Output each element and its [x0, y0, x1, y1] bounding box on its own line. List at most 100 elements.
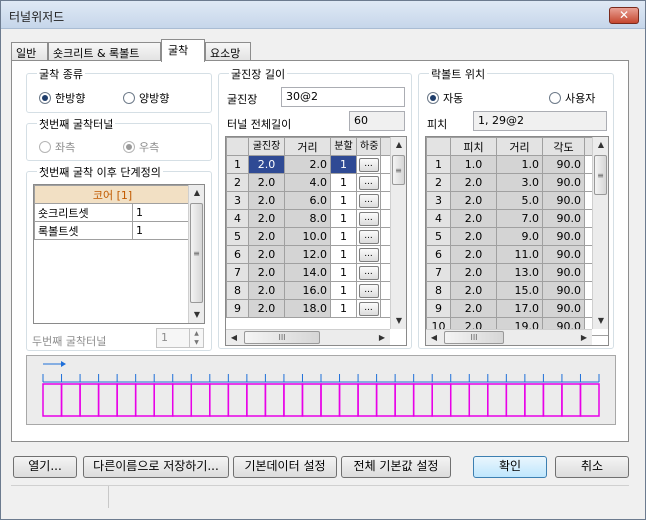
division-cell[interactable]: 1: [330, 299, 357, 318]
scroll-left-icon[interactable]: ◀: [426, 330, 442, 345]
row-number[interactable]: 4: [426, 209, 451, 228]
ellipsis-button[interactable]: ...: [358, 211, 379, 226]
ellipsis-button[interactable]: ...: [358, 265, 379, 280]
save-as-button[interactable]: 다른이름으로 저장하기...: [83, 456, 229, 478]
close-button[interactable]: ✕: [609, 7, 639, 24]
table-row[interactable]: 3 2.0 5.0 90.0: [426, 191, 608, 210]
division-cell[interactable]: 1: [330, 227, 357, 246]
scroll-thumb[interactable]: ≡: [392, 155, 405, 185]
table-row[interactable]: 숏크리트셋 1: [34, 203, 192, 222]
radio-user[interactable]: 사용자: [549, 90, 595, 106]
rockbolt-grid-hscroll[interactable]: ◀ III ▶: [426, 329, 592, 345]
ellipsis-button[interactable]: ...: [358, 247, 379, 262]
stage-row-value[interactable]: 1: [131, 221, 192, 240]
scroll-down-icon[interactable]: ▼: [391, 313, 406, 329]
table-row[interactable]: 8 2.0 15.0 90.0: [426, 281, 608, 300]
scroll-thumb[interactable]: III: [444, 331, 504, 344]
scroll-thumb[interactable]: ≡: [594, 155, 607, 195]
division-cell[interactable]: 1: [330, 245, 357, 264]
scroll-thumb[interactable]: III: [244, 331, 320, 344]
table-row[interactable]: 5 2.0 9.0 90.0: [426, 227, 608, 246]
col-header-distance[interactable]: 거리: [496, 137, 543, 156]
tab-excavation[interactable]: 굴착: [161, 39, 205, 62]
advance-grid[interactable]: 굴진장 거리 분할 하중 1 2.0 2.0 1... 2 2.0 4.0 1... 3 2.0 6…: [225, 136, 407, 346]
table-row[interactable]: 록볼트셋 1: [34, 221, 192, 240]
table-row[interactable]: 4 2.0 8.0 1...: [226, 209, 406, 228]
table-row[interactable]: 3 2.0 6.0 1...: [226, 191, 406, 210]
advance-cell[interactable]: 2.0: [248, 263, 285, 282]
table-row[interactable]: 7 2.0 13.0 90.0: [426, 263, 608, 282]
row-number[interactable]: 3: [226, 191, 249, 210]
all-defaults-button[interactable]: 전체 기본값 설정: [341, 456, 451, 478]
ellipsis-button[interactable]: ...: [358, 229, 379, 244]
row-number[interactable]: 2: [226, 173, 249, 192]
division-cell[interactable]: 1: [330, 191, 357, 210]
advance-grid-vscroll[interactable]: ▲ ≡ ▼: [390, 137, 406, 329]
table-row[interactable]: 8 2.0 16.0 1...: [226, 281, 406, 300]
row-number[interactable]: 9: [426, 299, 451, 318]
radio-auto[interactable]: 자동: [427, 90, 463, 106]
ellipsis-button[interactable]: ...: [358, 193, 379, 208]
col-header-angle[interactable]: 각도: [542, 137, 585, 156]
division-cell[interactable]: 1: [330, 173, 357, 192]
table-row[interactable]: 1 1.0 1.0 90.0: [426, 155, 608, 174]
table-row[interactable]: 2 2.0 4.0 1...: [226, 173, 406, 192]
row-number[interactable]: 7: [426, 263, 451, 282]
advance-length-input[interactable]: 30@2: [281, 87, 405, 107]
division-cell[interactable]: 1: [330, 281, 357, 300]
advance-cell[interactable]: 2.0: [248, 245, 285, 264]
table-row[interactable]: 6 2.0 12.0 1...: [226, 245, 406, 264]
table-row[interactable]: 1 2.0 2.0 1...: [226, 155, 406, 174]
load-cell[interactable]: ...: [356, 191, 381, 210]
title-bar[interactable]: 터널위저드 ✕: [1, 1, 645, 29]
radio-left[interactable]: 좌측: [39, 139, 75, 155]
row-number[interactable]: 1: [226, 155, 249, 174]
row-number[interactable]: 8: [226, 281, 249, 300]
tab-shotcrete-rockbolt[interactable]: 숏크리트 & 록볼트: [48, 42, 161, 61]
tab-mesh[interactable]: 요소망: [205, 42, 251, 61]
row-number[interactable]: 5: [226, 227, 249, 246]
scroll-down-icon[interactable]: ▼: [189, 307, 204, 323]
stage-row-value[interactable]: 1: [131, 203, 192, 222]
advance-cell[interactable]: 2.0: [248, 227, 285, 246]
cancel-button[interactable]: 취소: [555, 456, 629, 478]
load-cell[interactable]: ...: [356, 299, 381, 318]
row-number[interactable]: 1: [426, 155, 451, 174]
stage-grid-vscroll[interactable]: ▲ ≡ ▼: [188, 185, 204, 323]
advance-cell[interactable]: 2.0: [248, 281, 285, 300]
advance-cell[interactable]: 2.0: [248, 173, 285, 192]
row-number[interactable]: 4: [226, 209, 249, 228]
row-number[interactable]: 6: [226, 245, 249, 264]
scroll-right-icon[interactable]: ▶: [374, 330, 390, 345]
ellipsis-button[interactable]: ...: [358, 301, 379, 316]
division-cell[interactable]: 1: [330, 155, 357, 174]
spin-arrows-icon[interactable]: ▲ ▼: [189, 329, 203, 347]
table-row[interactable]: 2 2.0 3.0 90.0: [426, 173, 608, 192]
table-row[interactable]: 9 2.0 17.0 90.0: [426, 299, 608, 318]
table-row[interactable]: 6 2.0 11.0 90.0: [426, 245, 608, 264]
open-button[interactable]: 열기...: [13, 456, 77, 478]
row-number[interactable]: 3: [426, 191, 451, 210]
radio-two-way[interactable]: 양방향: [123, 90, 169, 106]
load-cell[interactable]: ...: [356, 227, 381, 246]
load-cell[interactable]: ...: [356, 263, 381, 282]
advance-grid-hscroll[interactable]: ◀ III ▶: [226, 329, 390, 345]
scroll-up-icon[interactable]: ▲: [391, 137, 406, 153]
scroll-right-icon[interactable]: ▶: [576, 330, 592, 345]
scroll-left-icon[interactable]: ◀: [226, 330, 242, 345]
load-cell[interactable]: ...: [356, 155, 381, 174]
col-header-distance[interactable]: 거리: [284, 137, 331, 156]
radio-one-way[interactable]: 한방향: [39, 90, 85, 106]
ok-button[interactable]: 확인: [473, 456, 547, 478]
col-header-advance[interactable]: 굴진장: [248, 137, 285, 156]
advance-cell[interactable]: 2.0: [248, 299, 285, 318]
rockbolt-grid[interactable]: 피치 거리 각도 1 1.0 1.0 90.0 2 2.0 3.0 90.0 3 2.0 5.0 90…: [425, 136, 609, 346]
col-header-load[interactable]: 하중: [356, 137, 381, 156]
division-cell[interactable]: 1: [330, 209, 357, 228]
advance-cell[interactable]: 2.0: [248, 209, 285, 228]
row-number[interactable]: 5: [426, 227, 451, 246]
row-number[interactable]: 2: [426, 173, 451, 192]
ellipsis-button[interactable]: ...: [358, 157, 379, 172]
col-header-division[interactable]: 분할: [330, 137, 357, 156]
table-row[interactable]: 5 2.0 10.0 1...: [226, 227, 406, 246]
